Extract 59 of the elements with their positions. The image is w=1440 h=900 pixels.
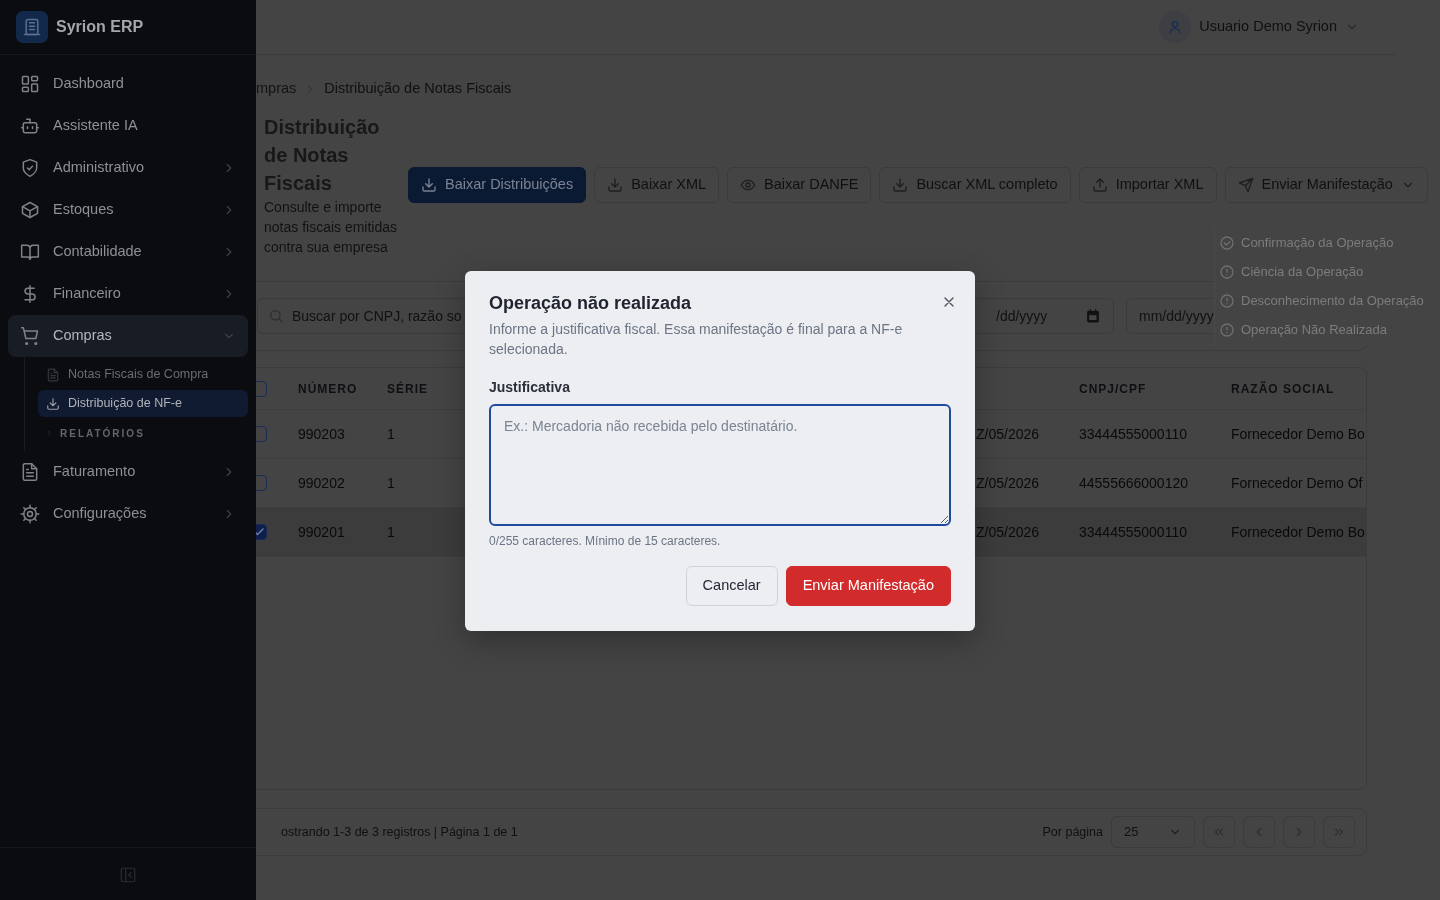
download-icon [607,177,624,193]
download-icon [421,177,437,193]
upload-icon [1091,177,1108,193]
sidebar-item[interactable]: Configurações [8,493,248,535]
building-icon [22,17,42,37]
dialog-title: Operação não realizada [489,293,693,315]
table-cell: Z/05/2026 [976,426,1040,442]
sidebar-subitem[interactable]: Notas Fiscais de Compra [38,361,248,388]
sidebar-item[interactable]: Assistente IA [8,105,248,147]
cart-icon [20,326,40,346]
table-cell: Z/05/2026 [976,475,1040,491]
table-cell: 990203 [298,426,345,442]
table-cell: 33444555000110 [1079,426,1187,442]
menu-item[interactable]: Confirmação da Operação [1219,228,1436,257]
toolbar-button[interactable]: Baixar Distribuições [408,167,587,203]
send-icon [1237,177,1254,193]
robot-icon [20,116,40,136]
box-icon [20,200,40,220]
sidebar-subitem[interactable]: Distribuição de NF-e [38,390,248,417]
info-circle-icon [1219,321,1235,338]
settings-icon [20,504,40,524]
download-icon [46,396,60,411]
cancel-button[interactable]: Cancelar [685,565,778,606]
sidebar-item[interactable]: Compras [8,315,248,357]
check-circle-icon [1219,234,1235,251]
document-icon [20,462,40,482]
check-icon [256,526,265,538]
panel-icon [119,865,137,884]
search-icon [268,308,284,324]
brand-name: Syrion ERP [56,17,144,37]
sidebar-item[interactable]: Contabilidade [8,231,248,273]
table-cell: 44555666000120 [1079,475,1188,491]
dashboard-icon [20,74,40,94]
submit-button[interactable]: Enviar Manifestação [785,565,951,606]
justification-field[interactable]: Ex.: Mercadoria não recebida pelo destinatário. [489,403,951,526]
table-cell: 990202 [298,475,345,491]
document-icon [46,367,60,382]
dialog-description: Informe a justificativa fiscal. Essa manifestação é final para a NF-e selecionada. [489,319,904,359]
checkbox[interactable] [256,380,267,397]
sidebar-item[interactable]: Administrativo [8,147,248,189]
book-icon [20,242,40,262]
table-cell: Fornecedor Demo Of [1231,475,1363,491]
eye-icon [740,177,757,193]
sidebar-item[interactable]: Dashboard [8,63,248,105]
sidebar-item[interactable]: Financeiro [8,273,248,315]
sidebar-item[interactable]: Faturamento [8,451,248,493]
table-cell: Fornecedor Demo Bo [1231,426,1365,442]
helper-text: 0/255 caracteres. Mínimo de 15 caracteres. [489,532,722,550]
menu-item[interactable]: Ciência da Operação [1219,257,1436,286]
calendar-icon [1085,308,1101,324]
table-cell: 1 [387,475,395,491]
shield-check-icon [20,158,40,178]
info-circle-icon [1219,263,1235,280]
table-cell: 1 [387,426,395,442]
download-icon [892,177,909,193]
info-circle-icon [1219,292,1235,309]
field-label: Justificativa [489,377,571,397]
sidebar-item[interactable]: Estoques [8,189,248,231]
section-toggle[interactable]: RELATÓRIOS [38,419,248,447]
